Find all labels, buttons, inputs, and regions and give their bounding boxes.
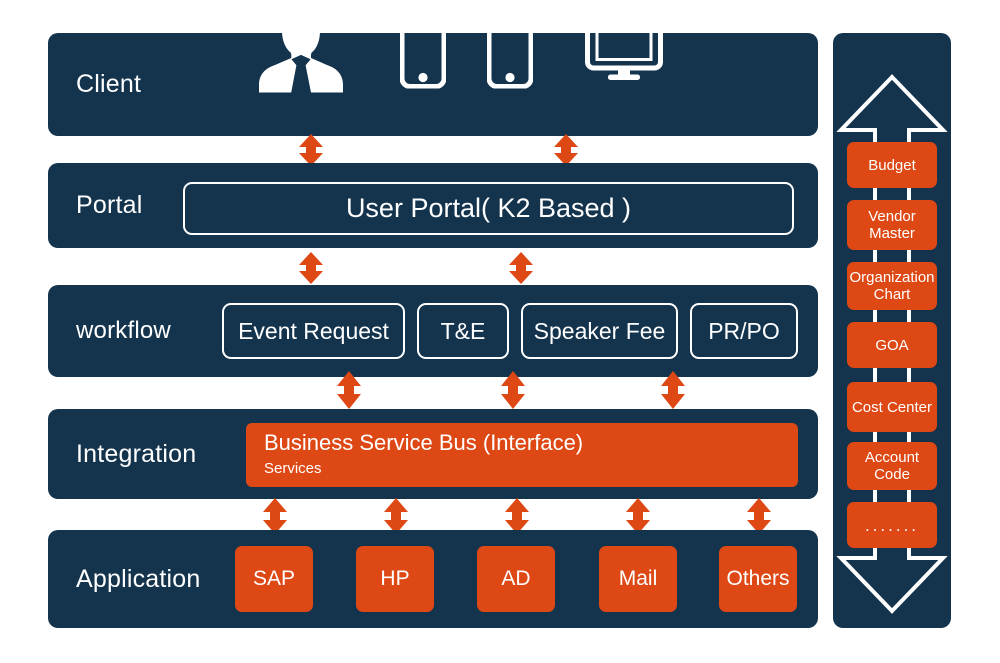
- workflow-item-label: PR/PO: [708, 317, 780, 344]
- application-item-label: Mail: [618, 567, 658, 590]
- architecture-diagram: Client Portal User Portal(K2 Based) wo…: [0, 0, 1000, 663]
- row-label-workflow: workflow: [76, 317, 171, 344]
- master-data-item-label: Organization Chart: [849, 269, 935, 303]
- workflow-item-label: Speaker Fee: [533, 317, 666, 344]
- client-device-icons: [245, 0, 685, 103]
- connector-client-portal: [299, 134, 323, 166]
- master-data-item-organization-chart[interactable]: Organization Chart: [847, 262, 937, 310]
- connector-portal-workflow: [299, 252, 323, 284]
- master-data-item-label: Cost Center: [851, 398, 933, 416]
- master-data-item-label: Budget: [868, 156, 916, 174]
- connector-integration-application: [384, 498, 408, 534]
- user-portal-label: User Portal( K2 Based ): [345, 193, 632, 223]
- master-data-item-cost-center[interactable]: Cost Center: [847, 382, 937, 432]
- master-data-item-label: Account Code: [864, 449, 920, 483]
- master-data-item-account-code[interactable]: Account Code: [847, 442, 937, 490]
- connector-portal-workflow: [509, 252, 533, 284]
- user-portal-box[interactable]: User Portal( K2 Based ): [183, 182, 794, 235]
- user-person-icon: [255, 6, 347, 97]
- master-data-item-label: Vendor Master: [868, 208, 916, 242]
- workflow-item-te[interactable]: T&E: [417, 303, 509, 359]
- master-data-item-budget[interactable]: Budget: [847, 142, 937, 188]
- application-item-sap[interactable]: SAP: [235, 546, 313, 612]
- connector-client-portal: [554, 134, 578, 166]
- row-label-integration: Integration: [76, 439, 197, 468]
- row-label-client: Client: [76, 70, 142, 98]
- master-data-item-label: .......: [864, 515, 920, 535]
- smartphone-icon: [486, 9, 534, 93]
- master-data-item-label: GOA: [875, 336, 909, 354]
- application-item-ad[interactable]: AD: [477, 546, 555, 612]
- connector-integration-application: [505, 498, 529, 534]
- connector-workflow-integration: [501, 371, 525, 409]
- business-service-bus-title: Business Service Bus (Interface): [264, 430, 584, 455]
- application-item-label: SAP: [252, 567, 296, 590]
- connector-integration-application: [626, 498, 650, 534]
- connector-integration-application: [263, 498, 287, 534]
- business-service-bus-box[interactable]: Business Service Bus (Interface) Service…: [246, 423, 798, 487]
- row-label-application: Application: [76, 564, 201, 593]
- application-item-label: HP: [380, 567, 410, 590]
- smartphone-icon: [399, 9, 447, 93]
- master-data-title: Master Data: [12, 14, 106, 33]
- connector-workflow-integration: [661, 371, 685, 409]
- connector-integration-application: [747, 498, 771, 534]
- application-item-others[interactable]: Others: [719, 546, 797, 612]
- master-data-item-goa[interactable]: GOA: [847, 322, 937, 368]
- desktop-monitor-icon: [585, 17, 663, 86]
- row-label-portal: Portal: [76, 191, 143, 219]
- workflow-item-label: T&E: [440, 317, 486, 344]
- application-item-hp[interactable]: HP: [356, 546, 434, 612]
- application-item-label: Others: [726, 567, 790, 590]
- application-item-mail[interactable]: Mail: [599, 546, 677, 612]
- workflow-item-pr-po[interactable]: PR/PO: [690, 303, 798, 359]
- master-data-item-more[interactable]: .......: [847, 502, 937, 548]
- business-service-bus-subtitle: Services: [264, 460, 322, 477]
- workflow-item-event-request[interactable]: Event Request: [222, 303, 405, 359]
- connector-workflow-integration: [337, 371, 361, 409]
- workflow-item-label: Event Request: [238, 317, 389, 344]
- application-item-label: AD: [501, 567, 531, 590]
- workflow-item-speaker-fee[interactable]: Speaker Fee: [521, 303, 678, 359]
- master-data-item-vendor-master[interactable]: Vendor Master: [847, 200, 937, 250]
